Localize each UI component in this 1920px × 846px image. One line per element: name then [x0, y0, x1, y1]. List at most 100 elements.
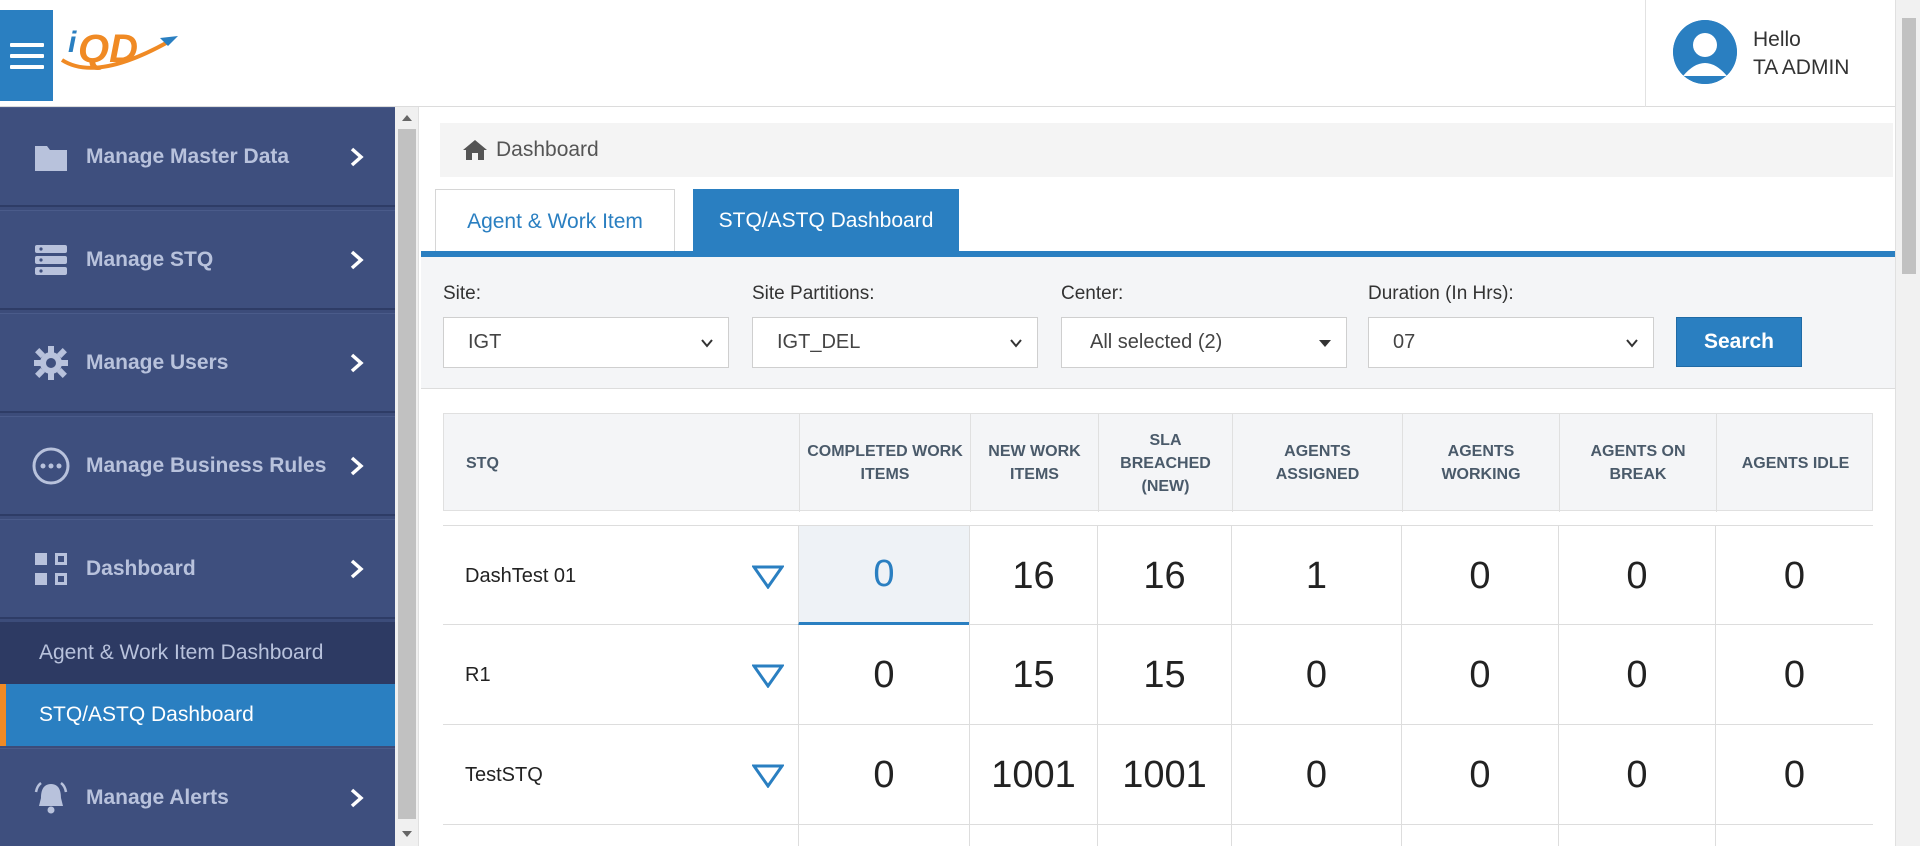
- sidebar-item-label: Manage Master Data: [86, 144, 290, 168]
- breadcrumb-label[interactable]: Dashboard: [496, 138, 599, 162]
- table-cell: [798, 825, 969, 846]
- sidebar-item-dashboard[interactable]: Dashboard: [0, 519, 395, 619]
- sla-breached-cell[interactable]: 15: [1097, 625, 1231, 725]
- hamburger-menu-icon[interactable]: [0, 10, 53, 101]
- sidebar-item-manage-alerts[interactable]: Manage Alerts: [0, 748, 395, 846]
- chevron-right-icon: [350, 353, 364, 372]
- table-cell: [1231, 825, 1401, 846]
- table-cell: [969, 825, 1097, 846]
- stq-name: R1: [465, 663, 491, 686]
- duration-select-value: 07: [1393, 331, 1416, 353]
- agents-assigned-cell[interactable]: 0: [1231, 725, 1401, 825]
- tab-agent-work-item[interactable]: Agent & Work Item: [435, 189, 675, 253]
- table-cell: [1401, 825, 1558, 846]
- column-header-agents-idle: AGENTS IDLE: [1716, 414, 1874, 512]
- sla-breached-cell[interactable]: 1001: [1097, 725, 1231, 825]
- chevron-down-icon: [701, 339, 713, 348]
- column-header-agents-working: AGENTS WORKING: [1402, 414, 1559, 512]
- new-work-items-cell[interactable]: 15: [969, 625, 1097, 725]
- breadcrumb: Dashboard: [440, 123, 1893, 177]
- completed-work-items-cell[interactable]: 0: [798, 725, 969, 825]
- sidebar-subitem-agent-work-item-dashboard[interactable]: Agent & Work Item Dashboard: [0, 622, 395, 684]
- site-partitions-select-value: IGT_DEL: [777, 331, 861, 353]
- agents-working-cell[interactable]: 0: [1401, 625, 1558, 725]
- filter-bar: Site: IGT Site Partitions: IGT_DEL Cente…: [421, 257, 1895, 389]
- agents-on-break-cell[interactable]: 0: [1558, 526, 1715, 626]
- center-label: Center:: [1061, 283, 1124, 304]
- sidebar-item-label: Dashboard: [86, 556, 196, 580]
- table-row[interactable]: TestSTQ 0 1001 1001 0 0 0 0: [443, 725, 1873, 825]
- column-header-completed-work-items: COMPLETED WORK ITEMS: [799, 414, 970, 512]
- page-scrollbar-thumb[interactable]: [1902, 18, 1916, 274]
- sidebar-item-label: Manage Alerts: [86, 785, 229, 809]
- avatar-icon: [1673, 20, 1737, 84]
- agents-idle-cell[interactable]: 0: [1715, 725, 1873, 825]
- completed-work-items-cell[interactable]: 0: [798, 526, 969, 626]
- home-icon[interactable]: [462, 138, 488, 162]
- sidebar-item-manage-master-data[interactable]: Manage Master Data: [0, 107, 395, 207]
- duration-label: Duration (In Hrs):: [1368, 283, 1514, 304]
- new-work-items-cell[interactable]: 1001: [969, 725, 1097, 825]
- dashboard-grid-icon: [32, 550, 70, 588]
- table-row[interactable]: R1 0 15 15 0 0 0 0: [443, 625, 1873, 725]
- column-header-sla-breached: SLA BREACHED (NEW): [1098, 414, 1232, 512]
- search-button[interactable]: Search: [1676, 317, 1802, 367]
- column-header-stq: STQ: [466, 454, 499, 472]
- sidebar-subitem-label: Agent & Work Item Dashboard: [39, 641, 324, 664]
- agents-on-break-cell[interactable]: 0: [1558, 725, 1715, 825]
- app-header: i QD Hello TA ADMIN: [0, 0, 1920, 107]
- sidebar-item-label: Manage Business Rules: [86, 453, 327, 477]
- sidebar-item-manage-users[interactable]: Manage Users: [0, 313, 395, 413]
- sidebar-subitem-stq-astq-dashboard[interactable]: STQ/ASTQ Dashboard: [0, 684, 395, 746]
- agents-idle-cell[interactable]: 0: [1715, 625, 1873, 725]
- chevron-down-icon: [1010, 339, 1022, 348]
- chevron-right-icon: [350, 559, 364, 578]
- scroll-up-arrow-icon[interactable]: [402, 115, 412, 121]
- new-work-items-cell[interactable]: 16: [969, 526, 1097, 626]
- expand-triangle-icon[interactable]: [752, 664, 784, 688]
- scroll-down-arrow-icon[interactable]: [402, 831, 412, 837]
- site-partitions-select[interactable]: IGT_DEL: [752, 317, 1038, 368]
- sidebar-scrollbar[interactable]: [395, 107, 419, 846]
- agents-idle-cell[interactable]: 0: [1715, 526, 1873, 626]
- greeting-text: Hello: [1753, 28, 1801, 51]
- ellipsis-circle-icon: [32, 447, 70, 485]
- expand-triangle-icon[interactable]: [752, 764, 784, 788]
- tab-stq-astq-dashboard[interactable]: STQ/ASTQ Dashboard: [693, 189, 959, 253]
- user-name: TA ADMIN: [1753, 56, 1850, 79]
- column-header-agents-assigned: AGENTS ASSIGNED: [1232, 414, 1402, 512]
- user-profile[interactable]: Hello TA ADMIN: [1645, 0, 1895, 107]
- completed-work-items-cell[interactable]: 0: [798, 625, 969, 725]
- user-greeting: Hello TA ADMIN: [1753, 26, 1849, 82]
- agents-assigned-cell[interactable]: 1: [1231, 526, 1401, 626]
- sidebar-item-label: Manage Users: [86, 350, 229, 374]
- table-cell: [1097, 825, 1231, 846]
- sidebar-scrollbar-thumb[interactable]: [398, 129, 416, 819]
- sidebar-item-manage-business-rules[interactable]: Manage Business Rules: [0, 416, 395, 516]
- agents-working-cell[interactable]: 0: [1401, 725, 1558, 825]
- site-select[interactable]: IGT: [443, 317, 729, 368]
- agents-on-break-cell[interactable]: 0: [1558, 625, 1715, 725]
- table-cell: [1715, 825, 1873, 846]
- sla-breached-cell[interactable]: 16: [1097, 526, 1231, 626]
- agents-assigned-cell[interactable]: 0: [1231, 625, 1401, 725]
- table-header: STQ COMPLETED WORK ITEMS NEW WORK ITEMS …: [443, 413, 1874, 512]
- duration-select[interactable]: 07: [1368, 317, 1654, 368]
- center-multiselect[interactable]: All selected (2): [1061, 317, 1347, 368]
- column-header-new-work-items: NEW WORK ITEMS: [970, 414, 1098, 512]
- expand-triangle-icon[interactable]: [752, 565, 784, 589]
- sidebar: Manage Master Data Manage STQ Manage Use…: [0, 107, 395, 846]
- table-row[interactable]: DashTest 01 0 16 16 1 0 0 0: [443, 525, 1873, 626]
- iqd-logo: i QD: [60, 26, 178, 71]
- table-row[interactable]: [443, 825, 1873, 846]
- stq-name: DashTest 01: [465, 564, 577, 587]
- agents-working-cell[interactable]: 0: [1401, 526, 1558, 626]
- chevron-right-icon: [350, 456, 364, 475]
- chevron-right-icon: [350, 788, 364, 807]
- sidebar-item-manage-stq[interactable]: Manage STQ: [0, 210, 395, 310]
- page-scrollbar[interactable]: [1895, 0, 1920, 846]
- chevron-right-icon: [350, 147, 364, 166]
- stq-name-cell: R1: [443, 625, 798, 725]
- server-icon: [32, 241, 70, 279]
- column-header-agents-on-break: AGENTS ON BREAK: [1559, 414, 1716, 512]
